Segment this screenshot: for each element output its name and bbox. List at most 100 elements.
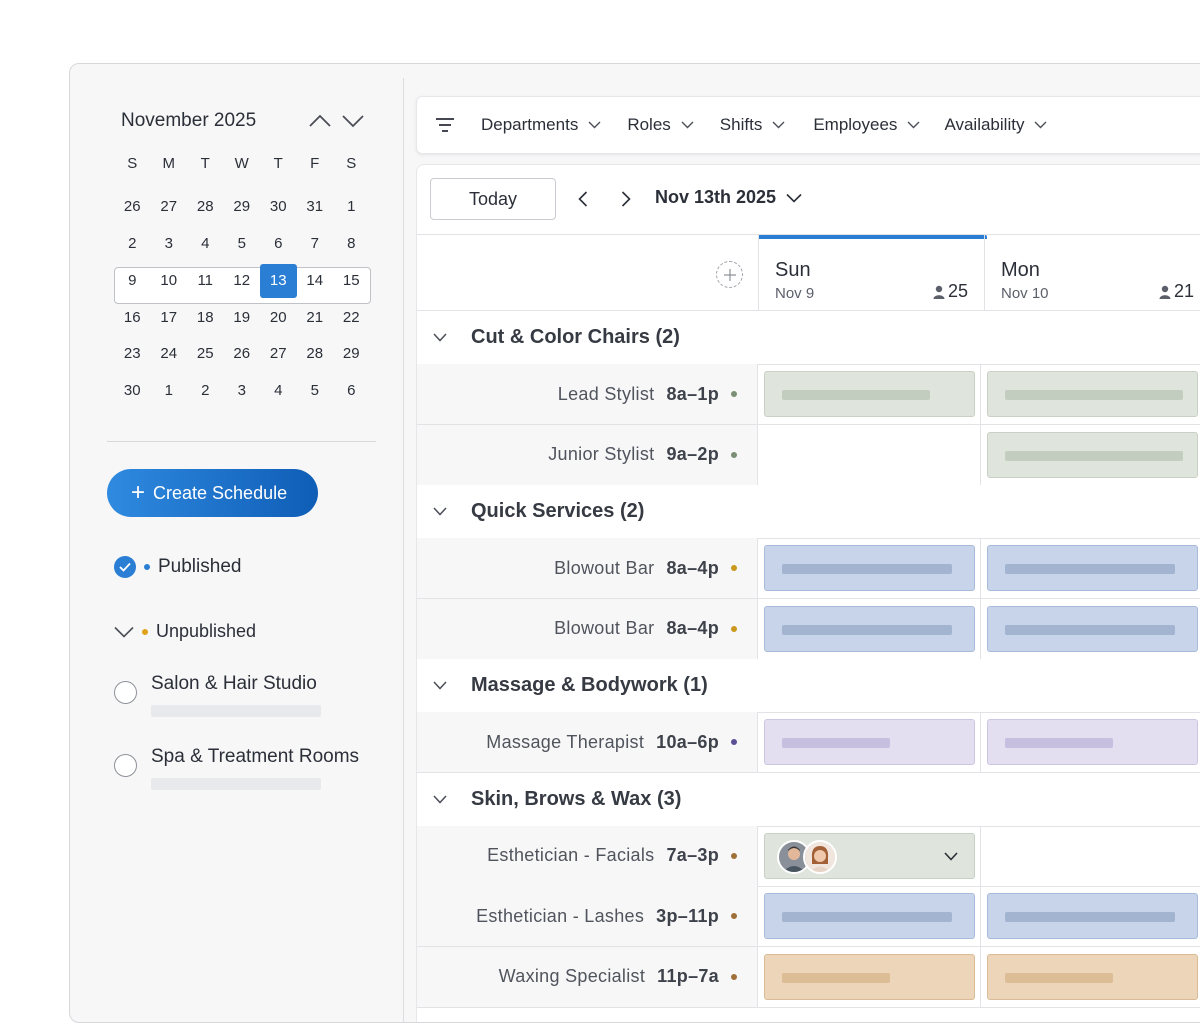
calendar-day[interactable]: 27 (151, 190, 188, 224)
shift-block[interactable] (987, 719, 1198, 765)
section-header[interactable]: Cut & Color Chairs (2) (417, 311, 1200, 365)
shift-block[interactable] (987, 371, 1198, 417)
day-date: Nov 10 (1001, 285, 1049, 302)
sidebar: November 2025 S M T W T F S 26 27 28 29 30 31 1 2 3 4 5 6 7… (81, 78, 404, 1022)
calendar-day[interactable]: 28 (297, 337, 334, 371)
calendar-day-selected[interactable]: 13 (260, 263, 297, 298)
calendar-day[interactable]: 12 (224, 264, 261, 298)
calendar-day[interactable]: 29 (333, 337, 370, 371)
day-column-header[interactable]: Mon Nov 10 21 (984, 235, 1200, 311)
location-item[interactable]: Spa & Treatment Rooms (114, 746, 359, 790)
date-picker[interactable]: Nov 13th 2025 (655, 187, 802, 208)
today-button[interactable]: Today (430, 178, 556, 220)
shift-placeholder-bar (1005, 564, 1175, 574)
shift-block[interactable] (987, 893, 1198, 939)
calendar-day[interactable]: 11 (187, 264, 224, 298)
calendar-day[interactable]: 24 (151, 337, 188, 371)
calendar-day[interactable]: 3 (224, 374, 261, 408)
employee-avatar[interactable] (803, 839, 837, 874)
previous-month-button[interactable] (306, 108, 334, 134)
unpublished-dot (142, 628, 148, 635)
calendar-day[interactable]: 1 (151, 374, 188, 408)
calendar-day[interactable]: 26 (114, 190, 151, 224)
location-placeholder-bar (151, 705, 321, 717)
shift-block[interactable] (987, 605, 1198, 652)
calendar-day[interactable]: 16 (114, 301, 151, 335)
section-header[interactable]: Quick Services (2) (417, 485, 1200, 539)
calendar-day[interactable]: 6 (333, 374, 370, 408)
filter-roles[interactable]: Roles (627, 115, 694, 135)
calendar-day[interactable]: 4 (260, 374, 297, 408)
calendar-day[interactable]: 6 (260, 227, 297, 261)
role-label: Blowout Bar 8a–4p (417, 538, 758, 598)
calendar-day[interactable]: 18 (187, 301, 224, 335)
calendar-day[interactable]: 26 (224, 337, 261, 371)
calendar-day[interactable]: 14 (297, 264, 334, 298)
calendar-day[interactable]: 17 (151, 301, 188, 335)
location-item[interactable]: Salon & Hair Studio (114, 673, 321, 717)
calendar-day[interactable]: 8 (333, 227, 370, 261)
calendar-day[interactable]: 10 (151, 264, 188, 298)
filter-departments[interactable]: Departments (481, 115, 601, 135)
calendar-day[interactable]: 19 (224, 301, 261, 335)
filter-availability[interactable]: Availability (944, 115, 1047, 135)
previous-week-button[interactable] (572, 185, 594, 213)
shift-block[interactable] (764, 545, 975, 591)
chevron-down-icon[interactable] (942, 848, 960, 866)
calendar-day[interactable]: 2 (114, 227, 151, 261)
calendar-day[interactable]: 7 (297, 227, 334, 261)
shift-block[interactable] (764, 832, 975, 879)
location-placeholder-bar (151, 778, 321, 790)
calendar-day[interactable]: 31 (297, 190, 334, 224)
chevron-down-icon[interactable] (431, 329, 449, 347)
shift-block[interactable] (764, 893, 975, 939)
shift-block[interactable] (987, 431, 1198, 478)
shift-block[interactable] (764, 605, 975, 652)
add-role-button[interactable] (716, 261, 743, 288)
chevron-down-icon[interactable] (431, 790, 449, 808)
section-header[interactable]: Skin, Brows & Wax (3) (417, 772, 1200, 827)
calendar-day[interactable]: 2 (187, 374, 224, 408)
next-week-button[interactable] (615, 185, 637, 213)
calendar-day[interactable]: 5 (297, 374, 334, 408)
calendar-day[interactable]: 23 (114, 337, 151, 371)
calendar-day[interactable]: 4 (187, 227, 224, 261)
calendar-day[interactable]: 28 (187, 190, 224, 224)
calendar-day[interactable]: 9 (114, 264, 151, 298)
location-radio[interactable] (114, 681, 137, 704)
chevron-down-icon[interactable] (431, 677, 449, 695)
chevron-down-icon[interactable] (431, 503, 449, 521)
shift-block[interactable] (764, 953, 975, 1000)
filter-shifts[interactable]: Shifts (720, 115, 786, 135)
calendar-day[interactable]: 20 (260, 301, 297, 335)
section-header[interactable]: Massage & Bodywork (1) (417, 659, 1200, 713)
weekday-label: F (310, 155, 320, 173)
shift-block[interactable] (764, 371, 975, 417)
calendar-day[interactable]: 30 (260, 190, 297, 224)
calendar-day[interactable]: 21 (297, 301, 334, 335)
current-date-label: Nov 13th 2025 (655, 187, 777, 207)
calendar-day[interactable]: 30 (114, 374, 151, 408)
published-filter[interactable]: Published (114, 556, 241, 578)
location-radio[interactable] (114, 754, 137, 777)
calendar-day[interactable]: 15 (333, 264, 370, 298)
next-month-button[interactable] (339, 108, 367, 134)
shift-block[interactable] (987, 953, 1198, 1000)
calendar-day[interactable]: 1 (333, 190, 370, 224)
filter-employees[interactable]: Employees (813, 115, 920, 135)
checkbox-checked-icon[interactable] (114, 556, 136, 578)
calendar-day[interactable]: 5 (224, 227, 261, 261)
calendar-day[interactable]: 3 (151, 227, 188, 261)
filter-icon[interactable] (435, 115, 457, 135)
create-schedule-button[interactable]: + Create Schedule (107, 469, 318, 517)
shift-block[interactable] (764, 719, 975, 765)
calendar-day[interactable]: 25 (187, 337, 224, 371)
chevron-down-icon (681, 121, 694, 129)
day-column-header[interactable]: Sun Nov 9 25 (758, 235, 987, 311)
unpublished-group-toggle[interactable]: Unpublished (114, 621, 256, 642)
shift-block[interactable] (987, 545, 1198, 591)
role-color-dot (731, 451, 737, 458)
calendar-day[interactable]: 29 (224, 190, 261, 224)
calendar-day[interactable]: 22 (333, 301, 370, 335)
calendar-day[interactable]: 27 (260, 337, 297, 371)
